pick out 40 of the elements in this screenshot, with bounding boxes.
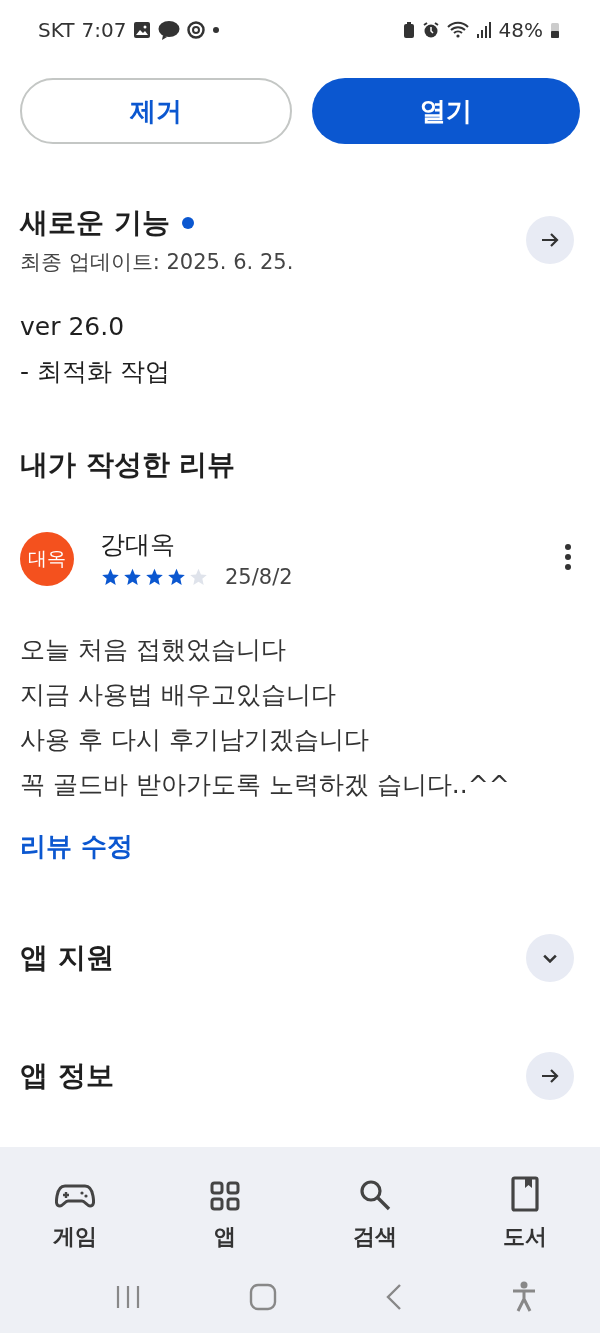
nav-tab[interactable]: 게임	[0, 1161, 150, 1253]
nav-tab[interactable]: 도서	[450, 1161, 600, 1253]
battery-icon	[550, 21, 560, 39]
chat-bubble-icon	[158, 20, 181, 40]
section-title: 앱 지원	[20, 940, 114, 976]
grid-icon	[209, 1180, 241, 1212]
open-button[interactable]: 열기	[312, 78, 580, 144]
uninstall-button[interactable]: 제거	[20, 78, 292, 144]
release-note: ver 26.0	[20, 311, 126, 343]
arrow-button[interactable]	[526, 216, 574, 264]
nav-tab[interactable]: 앱	[150, 1161, 300, 1253]
book-icon	[510, 1176, 540, 1212]
browser-icon	[187, 21, 206, 39]
section-title: 새로운 기능	[20, 205, 170, 241]
notification-dot-icon	[212, 26, 221, 34]
wifi-icon	[446, 21, 469, 39]
battery-text: 48%	[498, 18, 543, 42]
alarm-icon	[421, 21, 440, 39]
reviewer-name: 강대옥	[100, 529, 176, 561]
signal-icon	[475, 21, 492, 39]
review-text: 오늘 처음 접했었습니다 지금 사용법 배우고있습니다 사용 후 다시 후기남기겠습니다 꼭 골드바 받아가도록 노력하겠 습니다..^^	[19, 634, 511, 801]
carrier-text: SKT	[38, 18, 75, 42]
search-icon	[358, 1178, 392, 1212]
update-date: 최종 업데이트: 2025. 6. 25.	[20, 249, 294, 276]
chevron-down-icon	[543, 953, 557, 963]
nav-tab[interactable]: 검색	[300, 1161, 450, 1253]
section-title: 앱 정보	[20, 1058, 114, 1094]
section-title: 내가 작성한 리뷰	[19, 447, 237, 483]
more-vert-icon	[564, 543, 572, 571]
home-icon[interactable]	[248, 1283, 277, 1311]
clock-text: 7:07	[81, 18, 127, 42]
review-date: 25/8/2	[225, 565, 293, 589]
avatar: 대옥	[20, 531, 74, 586]
gallery-icon	[133, 21, 152, 39]
release-note: - 최적화 작업	[20, 356, 171, 388]
accessibility-icon[interactable]	[510, 1281, 537, 1313]
battery-saver-icon	[402, 21, 415, 39]
arrow-button[interactable]	[526, 1052, 574, 1100]
edit-review-link[interactable]: 리뷰 수정	[20, 829, 134, 864]
expand-button[interactable]	[526, 934, 574, 982]
